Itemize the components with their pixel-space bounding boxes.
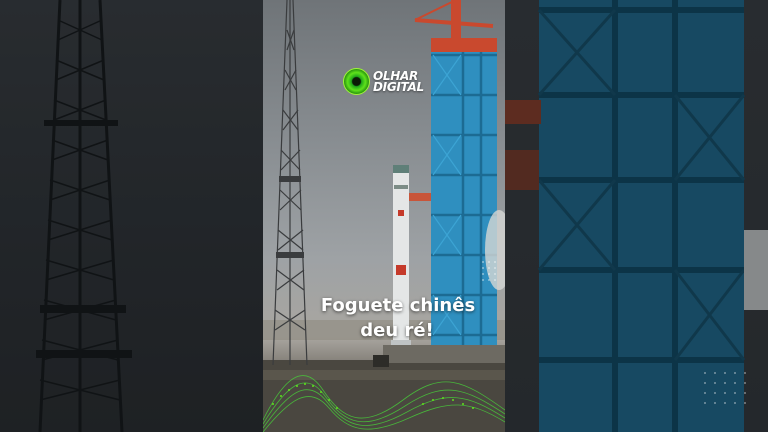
caption-line2: deu ré! [360, 320, 434, 341]
left-blur-panel [0, 0, 263, 432]
eye-icon [343, 68, 370, 95]
launch-scene [263, 0, 505, 432]
brand-logo: OLHAR DIGITAL [343, 68, 424, 95]
video-frame[interactable] [263, 0, 505, 432]
brand-wordmark: OLHAR DIGITAL [373, 70, 424, 94]
dot-grid-decor [704, 372, 746, 404]
brand-line2: DIGITAL [373, 79, 424, 94]
caption-line1: Foguete chinês [320, 295, 476, 316]
video-caption: Foguete chinês deu ré! [263, 293, 505, 343]
video-stage[interactable]: OLHAR DIGITAL Foguete chinês deu ré! [0, 0, 768, 432]
